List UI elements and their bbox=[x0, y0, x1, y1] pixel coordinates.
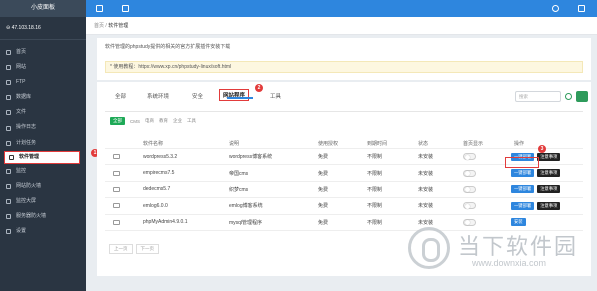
filter-enterprise[interactable]: 企业 bbox=[173, 118, 182, 124]
notes-button[interactable]: 注意事项 bbox=[537, 201, 561, 210]
sidebar-item-settings[interactable]: 设置 bbox=[0, 224, 86, 239]
sidebar-item-waf[interactable]: 网站防火墙 bbox=[0, 179, 86, 194]
firewall-icon bbox=[6, 213, 11, 219]
notice-text: 软件管理的phpstudy提供的相关的官方扩展插件安装下载 bbox=[105, 44, 231, 50]
log-icon bbox=[6, 125, 11, 131]
col-license: 使用授权 bbox=[318, 141, 339, 147]
sidebar-item-bigscreen[interactable]: 监控大屏 bbox=[0, 194, 86, 209]
one-click-install-button[interactable]: 一键部署 bbox=[511, 201, 535, 210]
sidebar-item-files[interactable]: 文件 bbox=[0, 105, 86, 120]
filter-cms[interactable]: CMS bbox=[130, 119, 140, 124]
search-input[interactable]: 搜索 bbox=[515, 91, 561, 102]
notes-button[interactable]: 注意事项 bbox=[537, 169, 561, 178]
col-actions: 操作 bbox=[514, 141, 525, 147]
database-icon bbox=[6, 95, 11, 101]
brand-title: 小皮面板 bbox=[0, 0, 86, 17]
next-page-button[interactable]: 下一页 bbox=[135, 244, 159, 254]
gear-icon bbox=[6, 229, 11, 235]
active-tab-indicator bbox=[227, 97, 253, 99]
sidebar-item-monitor[interactable]: 监控 bbox=[0, 164, 86, 179]
tab-all[interactable]: 全部 bbox=[115, 92, 126, 100]
table-row: emlog6.0.0 emlog博客系统 免费 不限制 未安装 一键部署 注意事… bbox=[105, 198, 583, 215]
file-icon bbox=[6, 110, 11, 116]
table-header: 软件名称 说明 使用授权 到期时间 状态 首页显示 操作 bbox=[105, 139, 583, 149]
divider bbox=[105, 111, 583, 112]
fullscreen-icon[interactable] bbox=[578, 5, 585, 12]
search-icon[interactable] bbox=[565, 93, 572, 100]
sidebar-item-software[interactable]: 软件管理 bbox=[4, 150, 80, 164]
refresh-button[interactable] bbox=[576, 91, 588, 102]
sidebar-item-cron[interactable]: 计划任务 bbox=[0, 136, 86, 151]
software-table: 软件名称 说明 使用授权 到期时间 状态 首页显示 操作 wordpress5.… bbox=[105, 139, 583, 231]
filter-ecommerce[interactable]: 电商 bbox=[145, 118, 154, 124]
one-click-install-button[interactable]: 一键部署 bbox=[511, 185, 535, 194]
sidebar-item-website[interactable]: 网站 bbox=[0, 60, 86, 75]
homepage-toggle[interactable] bbox=[463, 153, 476, 161]
tab-tools[interactable]: 工具 bbox=[270, 92, 281, 100]
col-status: 状态 bbox=[418, 141, 429, 147]
breadcrumb-current: 软件管理 bbox=[108, 23, 129, 29]
breadcrumb: 首页 / 软件管理 bbox=[86, 17, 597, 35]
filter-tools[interactable]: 工具 bbox=[187, 118, 196, 124]
shield-icon bbox=[6, 183, 11, 189]
clock-icon bbox=[6, 140, 11, 146]
screen-icon bbox=[6, 198, 11, 204]
app-logo-icon bbox=[113, 203, 120, 209]
step-badge-3: 3 bbox=[538, 145, 546, 153]
filter-education[interactable]: 教育 bbox=[159, 118, 168, 124]
col-name: 软件名称 bbox=[143, 141, 164, 147]
app-logo-icon bbox=[113, 219, 120, 225]
col-homepage: 首页显示 bbox=[463, 141, 484, 147]
one-click-install-button[interactable]: 一键部署 bbox=[511, 169, 535, 178]
prev-page-button[interactable]: 上一页 bbox=[109, 244, 133, 254]
tab-security[interactable]: 安全 bbox=[192, 92, 203, 100]
tab-web-apps[interactable]: 网站程序 bbox=[219, 89, 250, 101]
sidebar-nav: 首页 网站 FTP 数据库 文件 操作日志 计划任务 软件管理 监控 网站防火墙… bbox=[0, 40, 86, 239]
table-row: dedecms5.7 织梦cms 免费 不限制 未安装 一键部署 注意事项 bbox=[105, 182, 583, 199]
server-address[interactable]: ⊖ 47.103.18.16 bbox=[0, 17, 86, 40]
sidebar-item-database[interactable]: 数据库 bbox=[0, 90, 86, 105]
chart-icon bbox=[6, 168, 11, 174]
homepage-toggle[interactable] bbox=[463, 185, 476, 193]
pagination: 上一页 下一页 bbox=[109, 244, 159, 254]
sidebar: 小皮面板 ⊖ 47.103.18.16 首页 网站 FTP 数据库 文件 操作日… bbox=[0, 0, 86, 291]
cloud-icon[interactable] bbox=[552, 5, 559, 12]
menu-toggle-icon[interactable] bbox=[96, 5, 103, 12]
watermark: 当下软件园 www.downxia.com bbox=[408, 225, 593, 281]
watermark-logo-icon bbox=[408, 227, 450, 269]
sidebar-item-oplog[interactable]: 操作日志 bbox=[0, 120, 86, 135]
home-nav-icon[interactable] bbox=[122, 5, 129, 12]
top-bar bbox=[86, 0, 597, 17]
col-desc: 说明 bbox=[229, 141, 240, 147]
watermark-text: 当下软件园 bbox=[458, 235, 579, 260]
breadcrumb-home[interactable]: 首页 bbox=[94, 23, 104, 29]
folder-icon bbox=[6, 80, 11, 86]
tutorial-tip[interactable]: * 使用教程：https://www.xp.cn/phpstudy-linux/… bbox=[105, 61, 583, 73]
notice-box: 软件管理的phpstudy提供的相关的官方扩展插件安装下载 * 使用教程：htt… bbox=[97, 38, 591, 80]
homepage-toggle[interactable] bbox=[463, 202, 476, 210]
home-icon bbox=[6, 50, 11, 56]
watermark-url: www.downxia.com bbox=[472, 258, 547, 268]
sidebar-item-home[interactable]: 首页 bbox=[0, 45, 86, 60]
notes-button[interactable]: 注意事项 bbox=[537, 152, 561, 161]
filter-all[interactable]: 全部 bbox=[110, 117, 125, 125]
app-logo-icon bbox=[113, 186, 120, 192]
sidebar-item-ftp[interactable]: FTP bbox=[0, 75, 86, 90]
col-expire: 到期时间 bbox=[367, 141, 388, 147]
monitor-icon bbox=[6, 65, 11, 71]
app-logo-icon bbox=[113, 170, 120, 176]
app-icon bbox=[9, 154, 14, 160]
notes-button[interactable]: 注意事项 bbox=[537, 185, 561, 194]
app-logo-icon bbox=[113, 154, 120, 160]
step-badge-2: 2 bbox=[255, 84, 263, 92]
install-button-highlight bbox=[505, 157, 539, 168]
homepage-toggle[interactable] bbox=[463, 169, 476, 177]
filter-tags: 全部 CMS 电商 教育 企业 工具 bbox=[110, 117, 196, 125]
tab-system[interactable]: 系统环境 bbox=[147, 92, 169, 100]
sidebar-item-firewall[interactable]: 服务器防火墙 bbox=[0, 209, 86, 224]
